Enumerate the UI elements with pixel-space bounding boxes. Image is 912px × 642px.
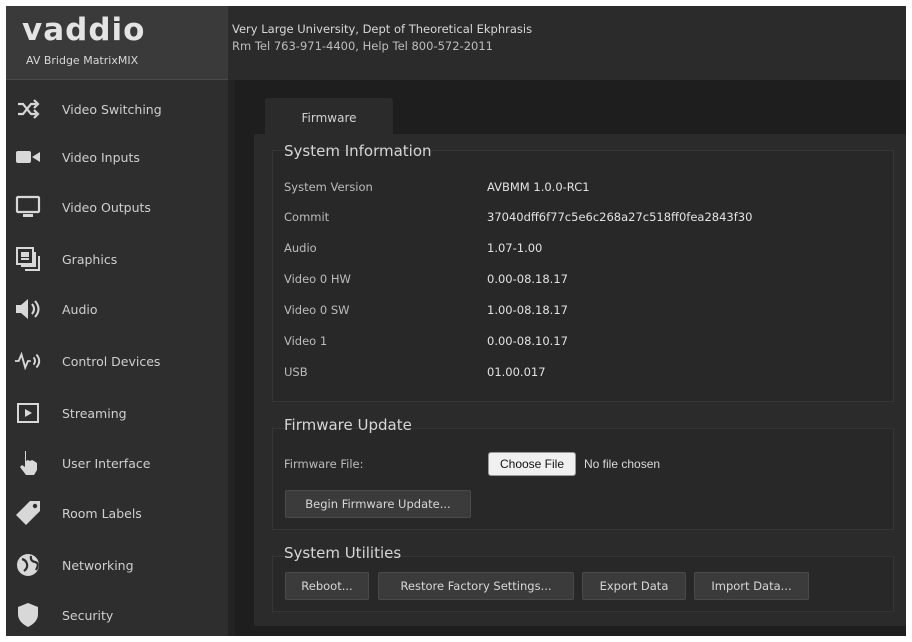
sidebar-item-video-switching[interactable]: Video Switching — [6, 84, 228, 134]
sidebar-item-label: User Interface — [62, 455, 151, 471]
sidebar-item-label: Video Inputs — [62, 149, 140, 165]
info-value-video-1: 0.00-08.10.17 — [487, 334, 568, 348]
firmware-file-label: Firmware File: — [284, 457, 364, 471]
info-value-video-0-sw: 1.00-08.18.17 — [487, 303, 568, 317]
tab-firmware[interactable]: Firmware — [265, 98, 393, 138]
pointer-hand-icon — [14, 449, 42, 477]
import-data-button[interactable]: Import Data... — [694, 572, 809, 600]
graphics-icon — [14, 245, 42, 273]
product-name: AV Bridge MatrixMIX — [26, 54, 139, 67]
tag-icon — [14, 499, 42, 527]
system-utilities-title: System Utilities — [284, 544, 402, 562]
shuffle-icon — [14, 95, 42, 123]
restore-factory-settings-button[interactable]: Restore Factory Settings... — [378, 572, 574, 600]
speaker-icon — [14, 295, 42, 323]
info-label-system-version: System Version — [284, 180, 373, 194]
info-label-video-1: Video 1 — [284, 334, 328, 348]
info-label-commit: Commit — [284, 210, 330, 224]
sidebar-item-label: Video Switching — [62, 101, 162, 117]
sidebar-item-label: Graphics — [62, 251, 118, 267]
begin-firmware-update-button[interactable]: Begin Firmware Update... — [285, 490, 471, 518]
info-value-usb: 01.00.017 — [487, 365, 546, 379]
firmware-update-title: Firmware Update — [284, 416, 412, 434]
organization-phone: Rm Tel 763-971-4400, Help Tel 800-572-20… — [232, 39, 493, 53]
info-value-audio: 1.07-1.00 — [487, 241, 543, 255]
sidebar-item-room-labels[interactable]: Room Labels — [6, 488, 228, 538]
app-window: vaddio AV Bridge MatrixMIX Very Large Un… — [6, 6, 906, 636]
export-data-button[interactable]: Export Data — [582, 572, 686, 600]
sidebar-item-label: Audio — [62, 301, 98, 317]
video-camera-icon — [14, 143, 42, 171]
logo-block[interactable]: vaddio AV Bridge MatrixMIX — [6, 6, 228, 80]
reboot-button[interactable]: Reboot... — [285, 572, 369, 600]
sidebar-item-label: Streaming — [62, 405, 127, 421]
info-label-video-0-sw: Video 0 SW — [284, 303, 350, 317]
choose-file-button[interactable]: Choose File — [488, 452, 576, 476]
control-wave-icon — [14, 347, 42, 375]
sidebar-item-label: Control Devices — [62, 353, 161, 369]
globe-icon — [14, 551, 42, 579]
sidebar-item-user-interface[interactable]: User Interface — [6, 438, 228, 488]
organization-name: Very Large University, Dept of Theoretic… — [232, 22, 533, 36]
system-information-title: System Information — [284, 142, 432, 160]
info-value-commit: 37040dff6f77c5e6c268a27c518ff0fea2843f30 — [487, 210, 753, 224]
play-box-icon — [14, 399, 42, 427]
info-value-system-version: AVBMM 1.0.0-RC1 — [487, 180, 590, 194]
sidebar-item-label: Room Labels — [62, 505, 142, 521]
info-value-video-0-hw: 0.00-08.18.17 — [487, 272, 568, 286]
sidebar-item-label: Video Outputs — [62, 199, 151, 215]
info-label-video-0-hw: Video 0 HW — [284, 272, 351, 286]
info-label-audio: Audio — [284, 241, 317, 255]
shield-icon — [14, 601, 42, 629]
sidebar: Video Switching Video Inputs Video Outpu… — [6, 80, 228, 636]
vaddio-logo: vaddio — [22, 12, 146, 48]
no-file-chosen-text: No file chosen — [584, 457, 661, 471]
info-label-usb: USB — [284, 365, 308, 379]
sidebar-item-label: Networking — [62, 557, 134, 573]
sidebar-item-audio[interactable]: Audio — [6, 284, 228, 334]
sidebar-item-security[interactable]: Security — [6, 590, 228, 636]
sidebar-item-video-inputs[interactable]: Video Inputs — [6, 132, 228, 182]
sidebar-item-video-outputs[interactable]: Video Outputs — [6, 182, 228, 232]
header: vaddio AV Bridge MatrixMIX Very Large Un… — [6, 6, 906, 80]
monitor-icon — [14, 193, 42, 221]
sidebar-item-control-devices[interactable]: Control Devices — [6, 336, 228, 386]
sidebar-item-label: Security — [62, 607, 114, 623]
sidebar-item-graphics[interactable]: Graphics — [6, 234, 228, 284]
sidebar-item-streaming[interactable]: Streaming — [6, 388, 228, 438]
sidebar-item-networking[interactable]: Networking — [6, 540, 228, 590]
